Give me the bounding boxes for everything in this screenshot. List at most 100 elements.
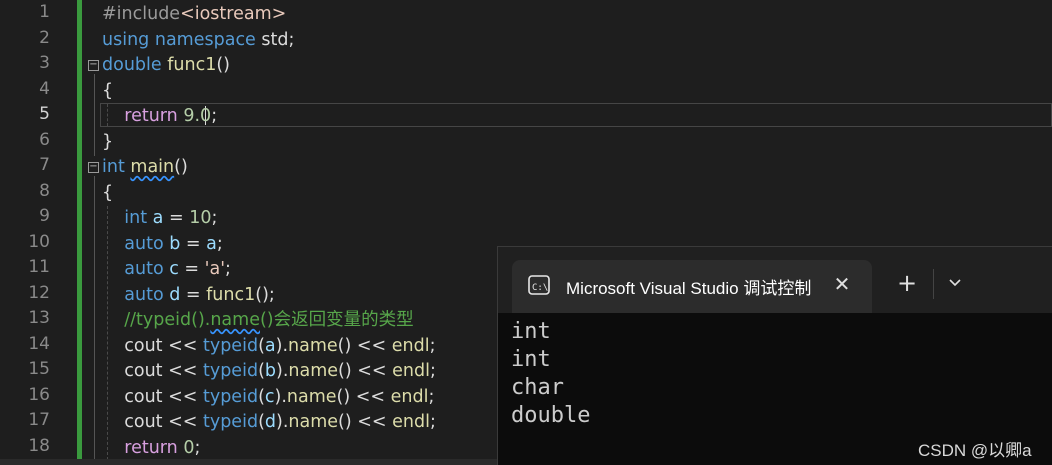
code-token: endl: [390, 386, 429, 407]
code-token: endl: [392, 412, 430, 432]
code-token: cout <<: [102, 412, 203, 432]
tab-separator: [933, 269, 934, 299]
line-number: 17: [28, 410, 50, 430]
code-token: return: [124, 437, 178, 458]
code-token: #include: [102, 4, 181, 24]
code-token: cout <<: [102, 361, 203, 381]
new-tab-button[interactable]: +: [892, 269, 922, 299]
code-line[interactable]: return 9.0;: [102, 104, 217, 129]
code-line[interactable]: cout << typeid(b).name() << endl;: [102, 359, 436, 384]
code-line[interactable]: cout << typeid(a).name() << endl;: [102, 334, 435, 359]
console-output-line: int: [511, 347, 551, 372]
code-token: a: [152, 208, 164, 228]
code-token: (: [258, 335, 265, 356]
line-number: 5: [39, 104, 50, 124]
code-line[interactable]: return 0;: [102, 436, 200, 461]
line-number: 13: [28, 308, 50, 328]
line-number: 16: [28, 384, 50, 405]
code-token: auto: [124, 284, 164, 305]
code-token: typeid: [202, 335, 259, 356]
code-token: cout <<: [102, 386, 203, 407]
code-token: ;: [429, 412, 436, 432]
code-line[interactable]: int a = 10;: [102, 206, 217, 231]
code-line[interactable]: double func1(): [102, 53, 230, 78]
code-token: b: [264, 361, 276, 381]
code-token: c: [169, 259, 179, 279]
line-number-gutter: 1 2 3 4 5 6 7 8 9 10 11 12 13 14 15 16 17 18: [0, 0, 76, 465]
svg-text:C:\: C:\: [532, 283, 548, 293]
line-number: 6: [39, 129, 50, 150]
console-output-line: char: [511, 375, 564, 400]
console-tab[interactable]: C:\ Microsoft Visual Studio 调试控制台 ✕: [512, 260, 872, 313]
code-line[interactable]: }: [102, 130, 113, 155]
code-token: =: [180, 233, 207, 254]
code-token: c: [264, 386, 275, 407]
code-line[interactable]: auto d = func1();: [102, 283, 275, 308]
code-token: ();: [255, 284, 275, 305]
code-token: () <<: [338, 361, 393, 381]
code-line[interactable]: cout << typeid(d).name() << endl;: [102, 410, 436, 435]
code-token: name: [210, 310, 260, 330]
chevron-down-icon[interactable]: [940, 269, 970, 299]
close-icon[interactable]: ✕: [830, 272, 854, 296]
line-number: 2: [39, 27, 50, 48]
code-token: (): [216, 55, 230, 75]
code-token: (: [258, 412, 265, 432]
code-line[interactable]: using namespace std;: [102, 28, 294, 53]
code-line[interactable]: cout << typeid(c).name() << endl;: [102, 385, 434, 410]
code-token: ).: [276, 412, 289, 432]
console-tab-strip: C:\ Microsoft Visual Studio 调试控制台 ✕ +: [498, 247, 1052, 313]
code-line[interactable]: int main(): [102, 155, 188, 180]
code-line[interactable]: auto c = 'a';: [102, 257, 231, 282]
fold-guide-func1: [94, 74, 95, 156]
collapse-main-icon[interactable]: −: [88, 162, 99, 173]
code-token: typeid: [202, 412, 259, 432]
code-line[interactable]: {: [102, 181, 113, 206]
code-token: }: [102, 131, 114, 152]
code-token: cout <<: [102, 335, 203, 356]
line-number: 1: [39, 2, 50, 22]
console-output-line: int: [511, 319, 551, 344]
line-number: 4: [39, 78, 50, 99]
console-icon: C:\: [528, 275, 550, 295]
code-token: d: [169, 284, 181, 305]
code-token: name: [288, 412, 339, 432]
code-token: name: [288, 361, 339, 381]
debug-console-window[interactable]: C:\ Microsoft Visual Studio 调试控制台 ✕ + in…: [497, 246, 1052, 465]
code-token: auto: [124, 259, 164, 279]
line-number: 9: [39, 206, 50, 226]
code-line[interactable]: {: [102, 79, 113, 104]
code-line[interactable]: #include<iostream>: [102, 2, 286, 27]
code-token: (: [258, 361, 265, 381]
code-token: std;: [255, 29, 295, 50]
line-number: 11: [28, 257, 50, 277]
code-token: ;: [216, 233, 223, 254]
code-line[interactable]: auto b = a;: [102, 232, 223, 257]
code-token: name: [288, 335, 338, 356]
code-token: a: [206, 233, 217, 254]
code-token: 9.0: [183, 106, 212, 126]
code-token: =: [178, 259, 205, 279]
code-token: endl: [391, 335, 430, 356]
code-token: typeid: [202, 361, 259, 381]
code-token: ).: [274, 386, 287, 407]
code-token: func1: [167, 55, 217, 75]
code-token: =: [180, 284, 207, 305]
watermark-text: CSDN @以卿a: [918, 441, 1032, 460]
code-token: namespace: [154, 29, 256, 50]
line-number: 15: [28, 359, 50, 379]
line-number: 12: [28, 282, 50, 303]
code-token: <iostream>: [180, 4, 287, 24]
code-line[interactable]: //typeid().name()会返回变量的类型: [102, 308, 413, 333]
code-token: =: [163, 208, 190, 228]
code-token: ;: [428, 386, 435, 407]
code-token: //typeid().: [124, 310, 211, 330]
code-token: ;: [429, 361, 436, 381]
collapse-func1-icon[interactable]: −: [88, 60, 99, 71]
code-token: (): [174, 157, 188, 177]
